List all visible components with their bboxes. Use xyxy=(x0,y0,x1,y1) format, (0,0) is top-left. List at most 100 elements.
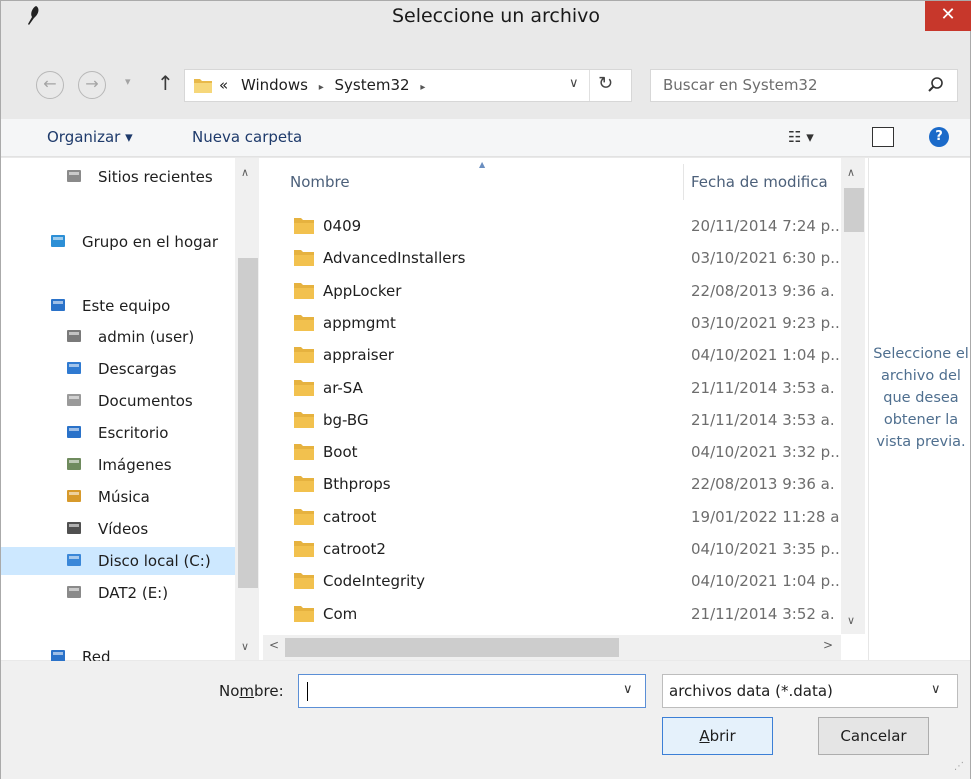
sidebar-item[interactable]: Vídeos xyxy=(1,515,235,543)
file-row[interactable]: bg-BG 21/11/2014 3:53 a. xyxy=(263,404,839,436)
breadcrumb: « Windows ▸ System32 ▸ xyxy=(219,76,431,94)
scroll-down-icon[interactable]: ∨ xyxy=(847,614,855,627)
scroll-left-icon[interactable]: < xyxy=(269,638,279,652)
forward-button[interactable]: → xyxy=(78,71,106,99)
change-view-button[interactable]: ☷ ▾ xyxy=(788,128,814,146)
address-bar[interactable]: « Windows ▸ System32 ▸ ∨ ↻ xyxy=(184,69,632,102)
cancel-button[interactable]: Cancelar xyxy=(818,717,929,755)
file-type-select[interactable]: archivos data (*.data) ∨ xyxy=(662,674,958,708)
file-type-value[interactable]: archivos data (*.data) xyxy=(669,682,833,700)
sidebar-item-label: admin (user) xyxy=(98,328,195,346)
search-input[interactable]: Buscar en System32 xyxy=(663,76,818,94)
address-dropdown-icon[interactable]: ∨ xyxy=(569,76,579,91)
file-row[interactable]: appraiser 04/10/2021 1:04 p.. xyxy=(263,339,839,371)
breadcrumb-windows[interactable]: Windows xyxy=(241,76,308,94)
title-bar: Seleccione un archivo ✕ xyxy=(1,1,971,31)
help-icon[interactable]: ? xyxy=(929,127,949,147)
scrollbar-thumb[interactable] xyxy=(285,638,619,657)
file-row[interactable]: ar-SA 21/11/2014 3:53 a. xyxy=(263,372,839,404)
folder-icon xyxy=(294,476,314,493)
file-row[interactable]: 0409 20/11/2014 7:24 p.. xyxy=(263,210,839,242)
scroll-right-icon[interactable]: > xyxy=(823,638,833,652)
file-list-horizontal-scrollbar[interactable]: < > xyxy=(263,635,841,660)
file-date: 03/10/2021 9:23 p.. xyxy=(691,313,839,332)
file-name: catroot2 xyxy=(323,540,386,558)
file-name-dropdown-icon[interactable]: ∨ xyxy=(623,682,633,697)
pictures-icon xyxy=(65,455,83,473)
file-name: ar-SA xyxy=(323,378,363,397)
close-button[interactable]: ✕ xyxy=(925,1,971,31)
sidebar-item-label: Este equipo xyxy=(82,297,171,315)
sidebar-item[interactable]: Este equipo xyxy=(1,292,235,320)
sidebar-item[interactable]: Imágenes xyxy=(1,451,235,479)
file-date: 19/01/2022 11:28 a xyxy=(691,507,839,526)
resize-grip-icon[interactable]: ⋰ xyxy=(954,761,964,772)
folder-icon xyxy=(294,282,314,299)
folder-icon xyxy=(294,605,314,622)
recent-locations-chevron-icon[interactable]: ▾ xyxy=(125,75,131,88)
file-name: Bthprops xyxy=(323,475,391,494)
sidebar-item[interactable]: Disco local (C:) xyxy=(1,547,235,575)
sidebar-item[interactable]: Descargas xyxy=(1,355,235,383)
recent-places-icon xyxy=(65,167,83,185)
file-row[interactable]: Com 21/11/2014 3:52 a. xyxy=(263,598,839,630)
breadcrumb-separator-icon[interactable]: ▸ xyxy=(420,82,425,93)
file-row[interactable]: appmgmt 03/10/2021 9:23 p.. xyxy=(263,307,839,339)
new-folder-button[interactable]: Nueva carpeta xyxy=(192,128,302,146)
file-row[interactable]: AdvancedInstallers 03/10/2021 6:30 p.. xyxy=(263,242,839,274)
file-type-dropdown-icon[interactable]: ∨ xyxy=(931,682,941,697)
file-row[interactable]: CodeIntegrity 04/10/2021 1:04 p.. xyxy=(263,565,839,597)
file-row[interactable]: catroot2 04/10/2021 3:35 p.. xyxy=(263,533,839,565)
column-date-header[interactable]: Fecha de modifica xyxy=(691,173,828,191)
file-list: ▲ Nombre Fecha de modifica 0409 20/11/201… xyxy=(263,158,868,660)
preview-pane-icon[interactable] xyxy=(872,127,894,147)
scrollbar-thumb[interactable] xyxy=(238,258,258,588)
refresh-icon[interactable]: ↻ xyxy=(598,73,613,94)
folder-icon xyxy=(294,379,314,396)
videos-icon xyxy=(65,519,83,537)
file-date: 21/11/2014 3:53 a. xyxy=(691,410,835,429)
navigation-pane: Sitios recientes Grupo en el hogar Este eq… xyxy=(1,158,261,666)
back-button[interactable]: ← xyxy=(36,71,64,99)
breadcrumb-separator-icon[interactable]: ▸ xyxy=(319,82,324,93)
search-icon[interactable] xyxy=(927,76,945,94)
folder-icon xyxy=(294,508,314,525)
sidebar-item[interactable]: Escritorio xyxy=(1,419,235,447)
column-divider[interactable] xyxy=(683,164,684,200)
scroll-up-icon[interactable]: ∧ xyxy=(241,166,249,179)
file-name-input[interactable]: ∨ xyxy=(298,674,646,708)
file-row[interactable]: Boot 04/10/2021 3:32 p.. xyxy=(263,436,839,468)
sidebar-item[interactable]: Documentos xyxy=(1,387,235,415)
text-caret xyxy=(307,682,308,701)
scroll-up-icon[interactable]: ∧ xyxy=(847,166,855,179)
scroll-down-icon[interactable]: ∨ xyxy=(241,640,249,653)
music-icon xyxy=(65,487,83,505)
folder-icon xyxy=(294,218,314,234)
file-list-vertical-scrollbar[interactable]: ∧ ∨ xyxy=(841,158,865,634)
file-name: AdvancedInstallers xyxy=(323,249,466,268)
open-button[interactable]: Abrir xyxy=(662,717,773,755)
search-box[interactable]: Buscar en System32 xyxy=(650,69,958,102)
sidebar-item[interactable]: DAT2 (E:) xyxy=(1,579,235,607)
file-row[interactable]: catroot 19/01/2022 11:28 a xyxy=(263,501,839,533)
file-row[interactable]: AppLocker 22/08/2013 9:36 a. xyxy=(263,275,839,307)
file-date: 22/08/2013 9:36 a. xyxy=(691,475,835,494)
breadcrumb-system32[interactable]: System32 xyxy=(335,76,410,94)
sidebar-item[interactable]: Música xyxy=(1,483,235,511)
sidebar-item[interactable]: Sitios recientes xyxy=(1,163,235,191)
navigation-bar: ← → ▾ ↑ « Windows ▸ System32 ▸ ∨ ↻ Busca… xyxy=(1,61,970,111)
organize-menu-button[interactable]: Organizar ▾ xyxy=(47,128,133,146)
breadcrumb-overflow[interactable]: « xyxy=(219,76,228,94)
file-name: AppLocker xyxy=(323,281,402,300)
column-name-header[interactable]: Nombre xyxy=(290,173,350,191)
up-button[interactable]: ↑ xyxy=(157,71,174,95)
file-row[interactable]: Bthprops 22/08/2013 9:36 a. xyxy=(263,468,839,500)
file-name: appmgmt xyxy=(323,313,396,332)
file-name-label: Nombre: xyxy=(219,682,284,700)
sidebar-item[interactable]: Grupo en el hogar xyxy=(1,228,235,256)
file-open-dialog: Seleccione un archivo ✕ ← → ▾ ↑ « Window… xyxy=(0,0,971,779)
navigation-scrollbar[interactable]: ∧ ∨ xyxy=(235,158,259,660)
sidebar-item[interactable]: admin (user) xyxy=(1,323,235,351)
folder-icon xyxy=(294,573,314,590)
scrollbar-thumb[interactable] xyxy=(844,188,864,232)
